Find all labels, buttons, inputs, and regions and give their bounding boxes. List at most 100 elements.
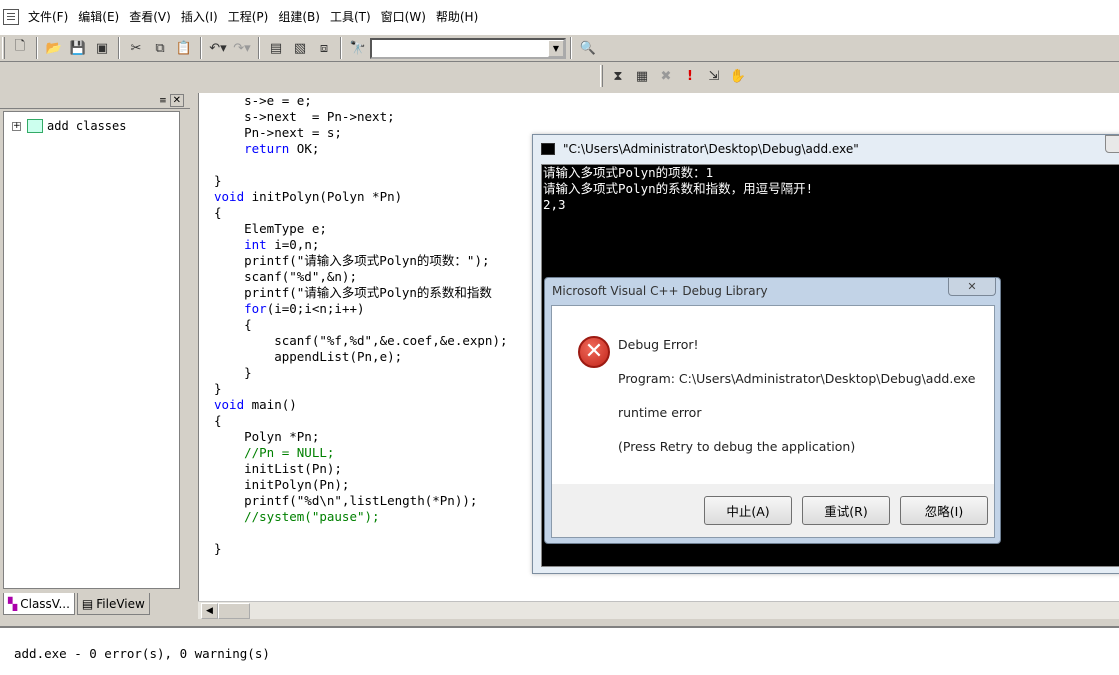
retry-button[interactable]: 重试(R) — [802, 496, 890, 525]
menu-build[interactable]: 组建(B) — [273, 0, 325, 34]
find-icon[interactable]: 🔍 — [577, 37, 599, 59]
find-in-files-icon[interactable]: 🔭 — [347, 37, 369, 59]
console-titlebar[interactable]: "C:\Users\Administrator\Desktop\Debug\ad… — [533, 135, 1119, 162]
dialog-title: Microsoft Visual C++ Debug Library — [552, 283, 768, 298]
output-panel: add.exe - 0 error(s), 0 warning(s) — [0, 626, 1119, 675]
abort-button[interactable]: 中止(A) — [704, 496, 792, 525]
console-icon — [541, 142, 555, 155]
chevron-down-icon[interactable]: ▼ — [548, 39, 564, 57]
stop-build-icon[interactable]: ✖ — [655, 65, 677, 87]
code-line[interactable]: s->next = Pn->next; — [214, 109, 508, 125]
code-line[interactable]: Pn->next = s; — [214, 125, 508, 141]
code-line[interactable]: { — [214, 317, 508, 333]
code-line[interactable]: return OK; — [214, 141, 508, 157]
code-line[interactable]: //Pn = NULL; — [214, 445, 508, 461]
go-icon[interactable]: ⇲ — [703, 65, 725, 87]
code-line[interactable]: printf("%d\n",listLength(*Pn)); — [214, 493, 508, 509]
dialog-titlebar[interactable]: Microsoft Visual C++ Debug Library — [545, 278, 1000, 303]
error-icon: ✕ — [578, 336, 610, 368]
code-line[interactable]: { — [214, 413, 508, 429]
dialog-message-area: ✕ Debug Error! Program: C:\Users\Adminis… — [552, 306, 994, 484]
undo-icon[interactable]: ↶▾ — [207, 37, 229, 59]
output-window-icon[interactable]: ▧ — [289, 37, 311, 59]
compile-icon[interactable]: ⧗ — [607, 65, 629, 87]
save-all-icon[interactable]: ▣ — [91, 37, 113, 59]
dialog-body: ✕ Debug Error! Program: C:\Users\Adminis… — [551, 305, 995, 538]
code-line[interactable]: } — [214, 365, 508, 381]
app-icon — [3, 9, 19, 25]
dialog-error: runtime error — [618, 405, 702, 420]
menu-tools[interactable]: 工具(T) — [325, 0, 376, 34]
console-line: 2,3 — [543, 197, 566, 212]
dialog-close-button[interactable]: ✕ — [948, 278, 996, 296]
save-icon[interactable]: 💾 — [67, 37, 89, 59]
close-icon[interactable]: ✕ — [169, 94, 184, 107]
horizontal-scrollbar[interactable]: ◀ — [198, 601, 1119, 619]
code-line[interactable]: void main() — [214, 397, 508, 413]
classview-icon: ▚ — [8, 596, 18, 611]
code-line[interactable]: printf("请输入多项式Polyn的项数："); — [214, 253, 508, 269]
code-line[interactable]: ElemType e; — [214, 221, 508, 237]
menu-project[interactable]: 工程(P) — [223, 0, 274, 34]
code-line[interactable]: scanf("%f,%d",&e.coef,&e.expn); — [214, 333, 507, 349]
code-line[interactable]: scanf("%d",&n); — [214, 269, 508, 285]
window-list-icon[interactable]: ⧈ — [313, 37, 335, 59]
toolbar-separator — [36, 37, 38, 59]
console-text: 请输入多项式Polyn的项数：1 请输入多项式Polyn的系数和指数，用逗号隔开!… — [543, 165, 813, 213]
execute-icon[interactable]: ! — [679, 65, 701, 87]
code-line[interactable]: } — [214, 173, 508, 189]
menu-help[interactable]: 帮助(H) — [431, 0, 483, 34]
build-toolbar: ⧗ ▦ ✖ ! ⇲ ✋ — [598, 62, 1119, 90]
code-line[interactable]: appendList(Pn,e); — [214, 349, 508, 365]
code-line[interactable]: for(i=0;i<n;i++) — [214, 301, 508, 317]
cut-icon[interactable]: ✂ — [125, 37, 147, 59]
menu-file[interactable]: 文件(F) — [23, 0, 73, 34]
code-line[interactable]: int i=0,n; — [214, 237, 508, 253]
expand-icon[interactable]: + — [12, 121, 21, 131]
paste-icon[interactable]: 📋 — [173, 37, 195, 59]
code-line[interactable]: } — [214, 541, 508, 557]
toolbar-grip[interactable] — [2, 37, 5, 59]
menu-bar: 文件(F) 编辑(E) 查看(V) 插入(I) 工程(P) 组建(B) 工具(T… — [0, 0, 1119, 34]
redo-icon[interactable]: ↷▾ — [231, 37, 253, 59]
code-line[interactable] — [214, 525, 508, 541]
menu-insert[interactable]: 插入(I) — [176, 0, 223, 34]
menu-edit[interactable]: 编辑(E) — [73, 0, 124, 34]
code-line[interactable]: s->e = e; — [214, 93, 508, 109]
scroll-left-icon[interactable]: ◀ — [201, 603, 218, 619]
build-icon[interactable]: ▦ — [631, 65, 653, 87]
menu-window[interactable]: 窗口(W) — [376, 0, 431, 34]
tab-classview[interactable]: ▚ ClassV... — [3, 593, 75, 615]
console-close-button[interactable] — [1105, 135, 1119, 153]
open-folder-icon[interactable]: 📂 — [43, 37, 65, 59]
workspace-grip-icon[interactable]: ≡ — [159, 96, 167, 106]
tab-fileview-label: FileView — [96, 596, 145, 611]
breakpoint-hand-icon[interactable]: ✋ — [727, 65, 749, 87]
code-line[interactable]: } — [214, 381, 508, 397]
code-line[interactable]: { — [214, 205, 508, 221]
new-file-icon[interactable]: 🗋 — [9, 37, 31, 59]
code-line[interactable] — [214, 157, 508, 173]
tab-fileview[interactable]: ▤ FileView — [76, 593, 150, 615]
workspace-icon[interactable]: ▤ — [265, 37, 287, 59]
workspace-header: ≡ ✕ — [0, 93, 190, 109]
code-text[interactable]: s->e = e; s->next = Pn->next; Pn->next =… — [214, 93, 508, 557]
console-title: "C:\Users\Administrator\Desktop\Debug\ad… — [563, 141, 859, 156]
code-line[interactable]: printf("请输入多项式Polyn的系数和指数 — [214, 285, 508, 301]
console-line: 请输入多项式Polyn的系数和指数，用逗号隔开! — [543, 181, 814, 196]
toolbar-grip[interactable] — [600, 65, 603, 87]
copy-icon[interactable]: ⧉ — [149, 37, 171, 59]
dialog-program: Program: C:\Users\Administrator\Desktop\… — [618, 371, 976, 386]
code-line[interactable]: initPolyn(Pn); — [214, 477, 508, 493]
ignore-button[interactable]: 忽略(I) — [900, 496, 988, 525]
code-line[interactable]: void initPolyn(Polyn *Pn) — [214, 189, 508, 205]
code-line[interactable]: //system("pause"); — [214, 509, 508, 525]
find-combo[interactable]: ▼ — [370, 37, 566, 59]
debug-error-dialog[interactable]: Microsoft Visual C++ Debug Library ✕ ✕ D… — [544, 277, 1001, 544]
menu-view[interactable]: 查看(V) — [124, 0, 176, 34]
code-line[interactable]: initList(Pn); — [214, 461, 508, 477]
scroll-thumb[interactable] — [218, 603, 250, 619]
tree-node-root[interactable]: + add classes — [12, 117, 179, 135]
code-line[interactable]: Polyn *Pn; — [214, 429, 508, 445]
class-tree[interactable]: + add classes — [3, 111, 180, 589]
